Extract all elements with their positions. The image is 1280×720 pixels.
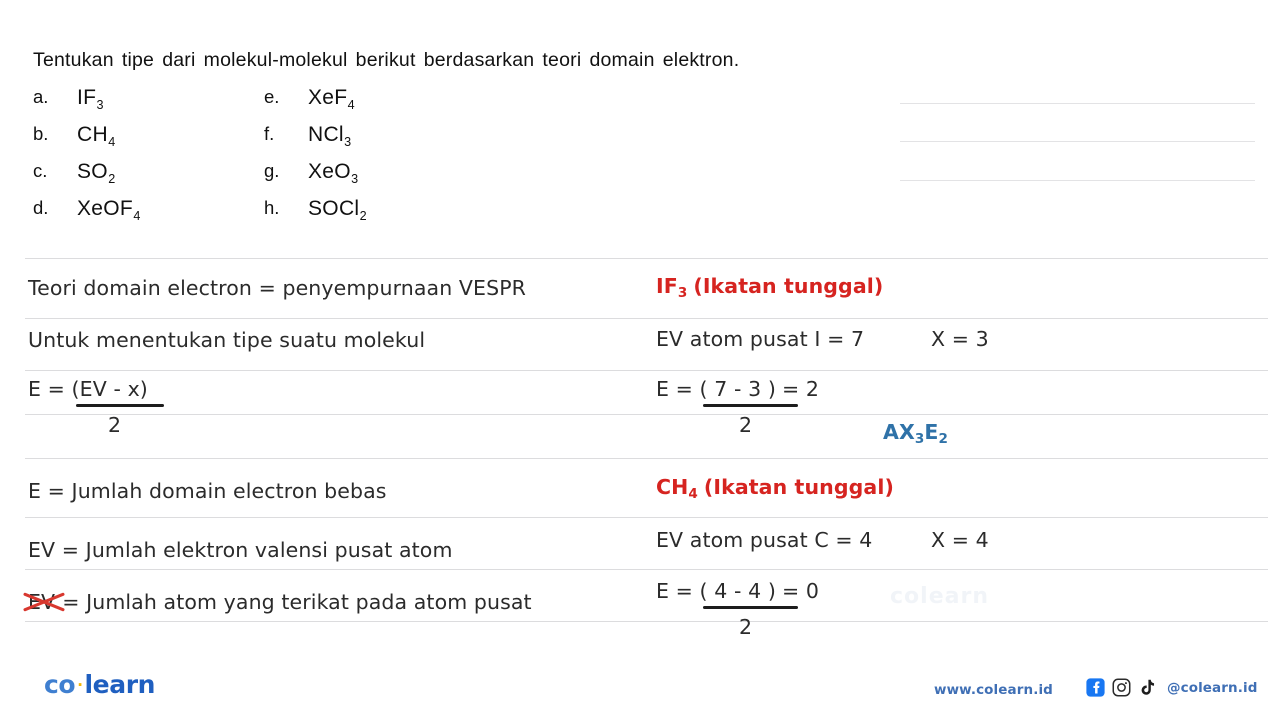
answer-heading-subscript: 4 (688, 486, 698, 503)
calc-denominator-ch4: 2 (739, 615, 753, 639)
answer-heading-formula: CH (656, 475, 689, 499)
formula-list-right: e. XeF4 f. NCl3 g. XeO3 h. SOCl2 (264, 86, 367, 234)
formula-item-c: c. SO2 (33, 160, 140, 197)
formula-list-left: a. IF3 b. CH4 c. SO2 d. XeOF4 (33, 86, 140, 234)
rule-line (25, 621, 1268, 622)
x-label-if3: X = 3 (931, 327, 989, 351)
note-formula-denominator: 2 (108, 413, 122, 437)
answer-notation-A: AX (883, 420, 915, 444)
formula-item-f: f. NCl3 (264, 123, 367, 160)
formula-marker: c. (33, 160, 48, 181)
formula-text: IF3 (77, 86, 104, 113)
note-def-X: EV= Jumlah atom yang terikat pada atom p… (23, 590, 532, 614)
answer-notation-if3: AX3E2 (883, 420, 948, 446)
question-stem: Tentukan tipe dari molekul-molekul berik… (33, 49, 740, 71)
fraction-bar-if3 (703, 404, 798, 407)
note-def-EV: EV = Jumlah elektron valensi pusat atom (28, 538, 453, 562)
formula-text: SOCl2 (308, 197, 367, 224)
page-watermark: colearn (890, 584, 989, 609)
ev-label-ch4: EV atom pusat C = 4 (656, 528, 873, 552)
answer-heading-if3: IF3 (Ikatan tunggal) (656, 274, 884, 300)
formula-marker: e. (264, 86, 280, 107)
formula-marker: b. (33, 123, 49, 144)
ev-label-if3: EV atom pusat I = 7 (656, 327, 865, 351)
answer-heading-ch4: CH4 (Ikatan tunggal) (656, 475, 894, 501)
note-def-X-rest: = Jumlah atom yang terikat pada atom pus… (62, 590, 532, 614)
note-purpose: Untuk menentukan tipe suatu molekul (28, 328, 426, 352)
rule-line (25, 458, 1268, 459)
formula-marker: g. (264, 160, 280, 181)
rule-line (900, 180, 1255, 181)
formula-marker: f. (264, 123, 275, 144)
page-footer: co ·learn www.colearn.id @colearn.id (0, 648, 1280, 720)
rule-line (25, 370, 1268, 371)
formula-text: XeOF4 (77, 197, 141, 224)
rule-line (25, 414, 1268, 415)
rule-line (25, 569, 1268, 570)
calc-denominator-if3: 2 (739, 413, 753, 437)
formula-marker: a. (33, 86, 49, 107)
rule-line (25, 517, 1268, 518)
social-links: @colearn.id (1086, 678, 1257, 697)
calc-result-if3: = 2 (782, 377, 820, 401)
rule-line (900, 103, 1255, 104)
calc-ch4: E = ( 4 - 4 ) = 0 (656, 581, 819, 602)
formula-text: CH4 (77, 123, 116, 150)
formula-item-b: b. CH4 (33, 123, 140, 160)
calc-numerator-if3: E = ( 7 - 3 ) (656, 377, 777, 401)
fraction-bar-left (76, 404, 164, 407)
social-handle: @colearn.id (1167, 679, 1258, 696)
answer-heading-formula: IF (656, 274, 678, 298)
struck-out-token: EV (23, 592, 65, 613)
rule-line (25, 258, 1268, 259)
answer-notation-E: E (924, 420, 939, 444)
footer-website-url[interactable]: www.colearn.id (934, 682, 1053, 698)
tiktok-icon[interactable] (1138, 678, 1157, 697)
answer-notation-sub1: 3 (914, 431, 925, 448)
facebook-icon[interactable] (1086, 678, 1105, 697)
formula-item-a: a. IF3 (33, 86, 140, 123)
x-label-ch4: X = 4 (931, 528, 989, 552)
formula-text: XeO3 (308, 160, 359, 187)
note-formula-numerator: E = (EV - x) (28, 377, 148, 401)
rule-line (25, 318, 1268, 319)
fraction-bar-ch4 (703, 606, 798, 609)
formula-item-h: h. SOCl2 (264, 197, 367, 234)
formula-text: NCl3 (308, 123, 352, 150)
answer-heading-tail: (Ikatan tunggal) (703, 475, 894, 499)
note-def-E: E = Jumlah domain electron bebas (28, 479, 387, 503)
note-theory-definition: Teori domain electron = penyempurnaan VE… (28, 276, 527, 300)
formula-text: SO2 (77, 160, 116, 187)
logo-text-learn: learn (84, 670, 156, 699)
formula-text: XeF4 (308, 86, 355, 113)
colearn-logo: co ·learn (44, 670, 155, 699)
formula-item-d: d. XeOF4 (33, 197, 140, 234)
formula-item-e: e. XeF4 (264, 86, 367, 123)
answer-heading-tail: (Ikatan tunggal) (693, 274, 884, 298)
calc-result-ch4: = 0 (782, 579, 820, 603)
calc-numerator-ch4: E = ( 4 - 4 ) (656, 579, 777, 603)
rule-line (900, 141, 1255, 142)
answer-heading-subscript: 3 (677, 285, 688, 302)
formula-item-g: g. XeO3 (264, 160, 367, 197)
logo-dot-icon: · (77, 676, 83, 694)
calc-if3: E = ( 7 - 3 ) = 2 (656, 379, 819, 400)
formula-marker: h. (264, 197, 280, 218)
formula-marker: d. (33, 197, 49, 218)
logo-text-co: co (44, 670, 76, 699)
answer-notation-sub2: 2 (938, 431, 949, 448)
instagram-icon[interactable] (1112, 678, 1131, 697)
